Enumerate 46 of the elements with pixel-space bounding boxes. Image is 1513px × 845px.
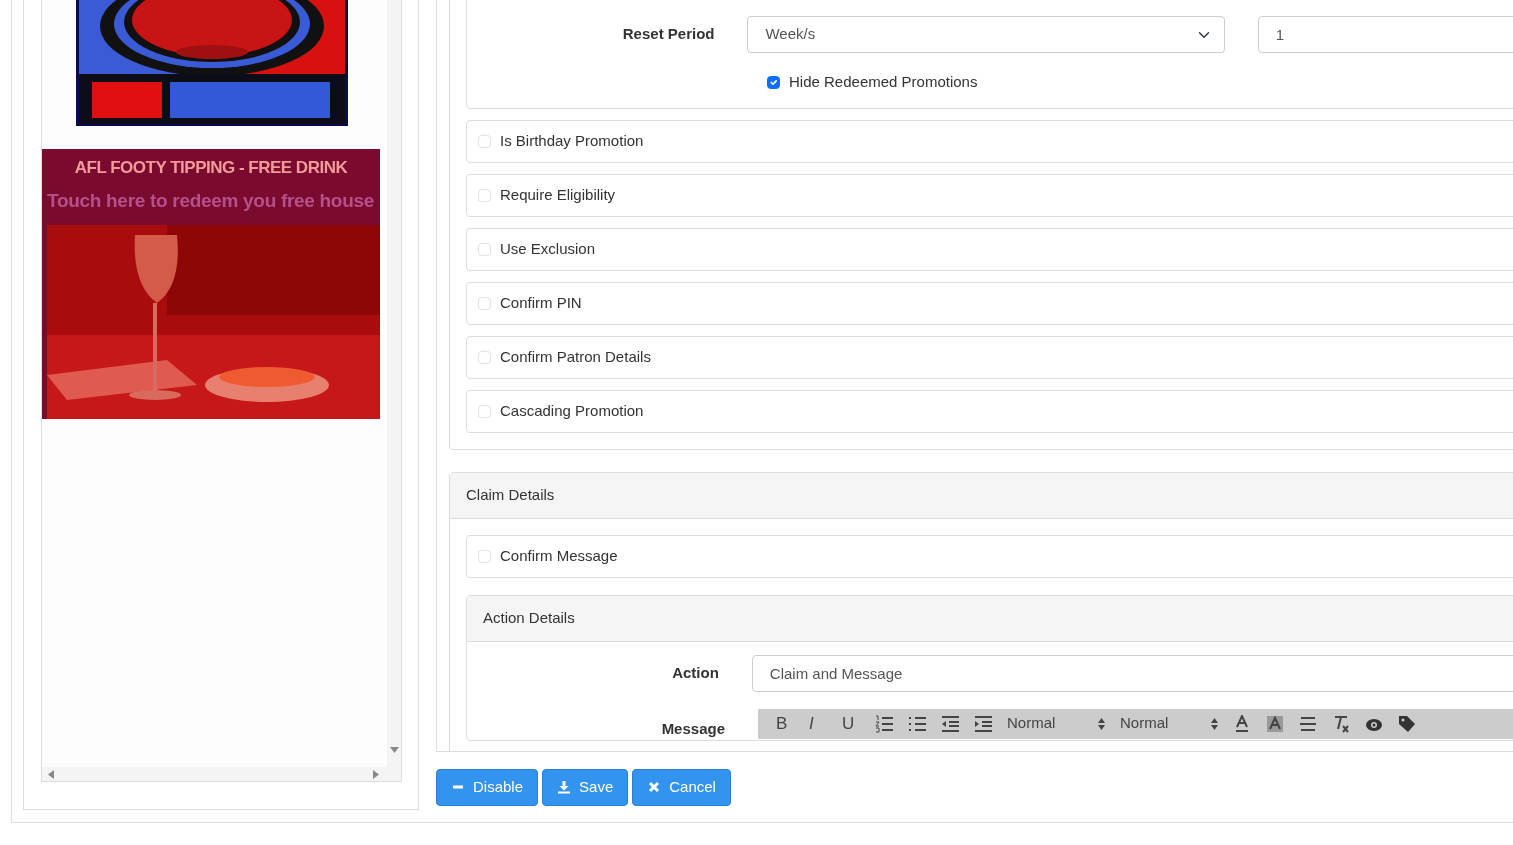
promo-title: AFL FOOTY TIPPING - FREE DRINK bbox=[73, 157, 349, 179]
panel-title: Claim Details bbox=[450, 472, 1513, 519]
checkbox-label: Require Eligibility bbox=[500, 184, 616, 205]
promo-banner[interactable]: AFL FOOTY TIPPING - FREE DRINK Touch here to redeem you free house bbox=[42, 149, 380, 419]
text-color-icon[interactable] bbox=[1233, 714, 1251, 733]
save-button[interactable]: Save bbox=[542, 769, 629, 806]
cancel-button[interactable]: Cancel bbox=[632, 769, 731, 806]
dropdown-value: Normal bbox=[1007, 713, 1056, 734]
clear-format-icon[interactable] bbox=[1332, 714, 1350, 733]
field-label: Action bbox=[671, 662, 719, 683]
promo-subtitle: Touch here to redeem you free house bbox=[46, 188, 375, 213]
checkbox-label: Confirm Message bbox=[500, 545, 618, 566]
underline-button[interactable]: U bbox=[842, 712, 860, 735]
checkbox-label: Is Birthday Promotion bbox=[500, 130, 644, 151]
disable-button[interactable]: Disable bbox=[436, 769, 539, 806]
checkbox-label: Hide Redeemed Promotions bbox=[789, 72, 978, 92]
download-icon bbox=[558, 781, 571, 794]
scroll-left-icon[interactable] bbox=[48, 769, 54, 779]
checkbox-label: Cascading Promotion bbox=[500, 400, 644, 421]
align-icon[interactable] bbox=[1299, 714, 1317, 733]
format-dropdown[interactable]: Normal bbox=[1007, 712, 1105, 735]
panel-title: Action Details bbox=[467, 595, 1513, 642]
field-label: Message bbox=[660, 718, 725, 739]
bullet-list-icon[interactable] bbox=[908, 714, 926, 733]
action-field[interactable]: Claim and Message bbox=[751, 654, 1513, 692]
sort-arrows-icon bbox=[1098, 717, 1105, 730]
format-dropdown[interactable]: Normal bbox=[1120, 712, 1218, 735]
dropdown-value: Normal bbox=[1120, 713, 1169, 734]
italic-button[interactable]: I bbox=[809, 712, 827, 735]
ordered-list-icon[interactable] bbox=[875, 714, 893, 733]
period-select[interactable]: Week/s bbox=[747, 16, 1225, 53]
highlight-icon[interactable] bbox=[1266, 714, 1284, 733]
bold-button[interactable]: B bbox=[776, 712, 794, 735]
outdent-icon[interactable] bbox=[941, 714, 959, 733]
checkbox-label: Use Exclusion bbox=[500, 238, 596, 259]
field-label: Reset Period bbox=[621, 24, 715, 45]
count-field[interactable]: 1 bbox=[1257, 16, 1513, 53]
checkbox-label: Confirm PIN bbox=[500, 292, 582, 313]
scroll-down-icon[interactable] bbox=[389, 747, 399, 753]
close-icon bbox=[648, 781, 661, 794]
tag-icon[interactable] bbox=[1398, 714, 1416, 733]
indent-icon[interactable] bbox=[974, 714, 992, 733]
checkbox-label: Confirm Patron Details bbox=[500, 346, 651, 367]
scroll-right-icon[interactable] bbox=[373, 769, 379, 779]
checkbox[interactable] bbox=[767, 75, 780, 89]
sort-arrows-icon bbox=[1211, 717, 1218, 730]
